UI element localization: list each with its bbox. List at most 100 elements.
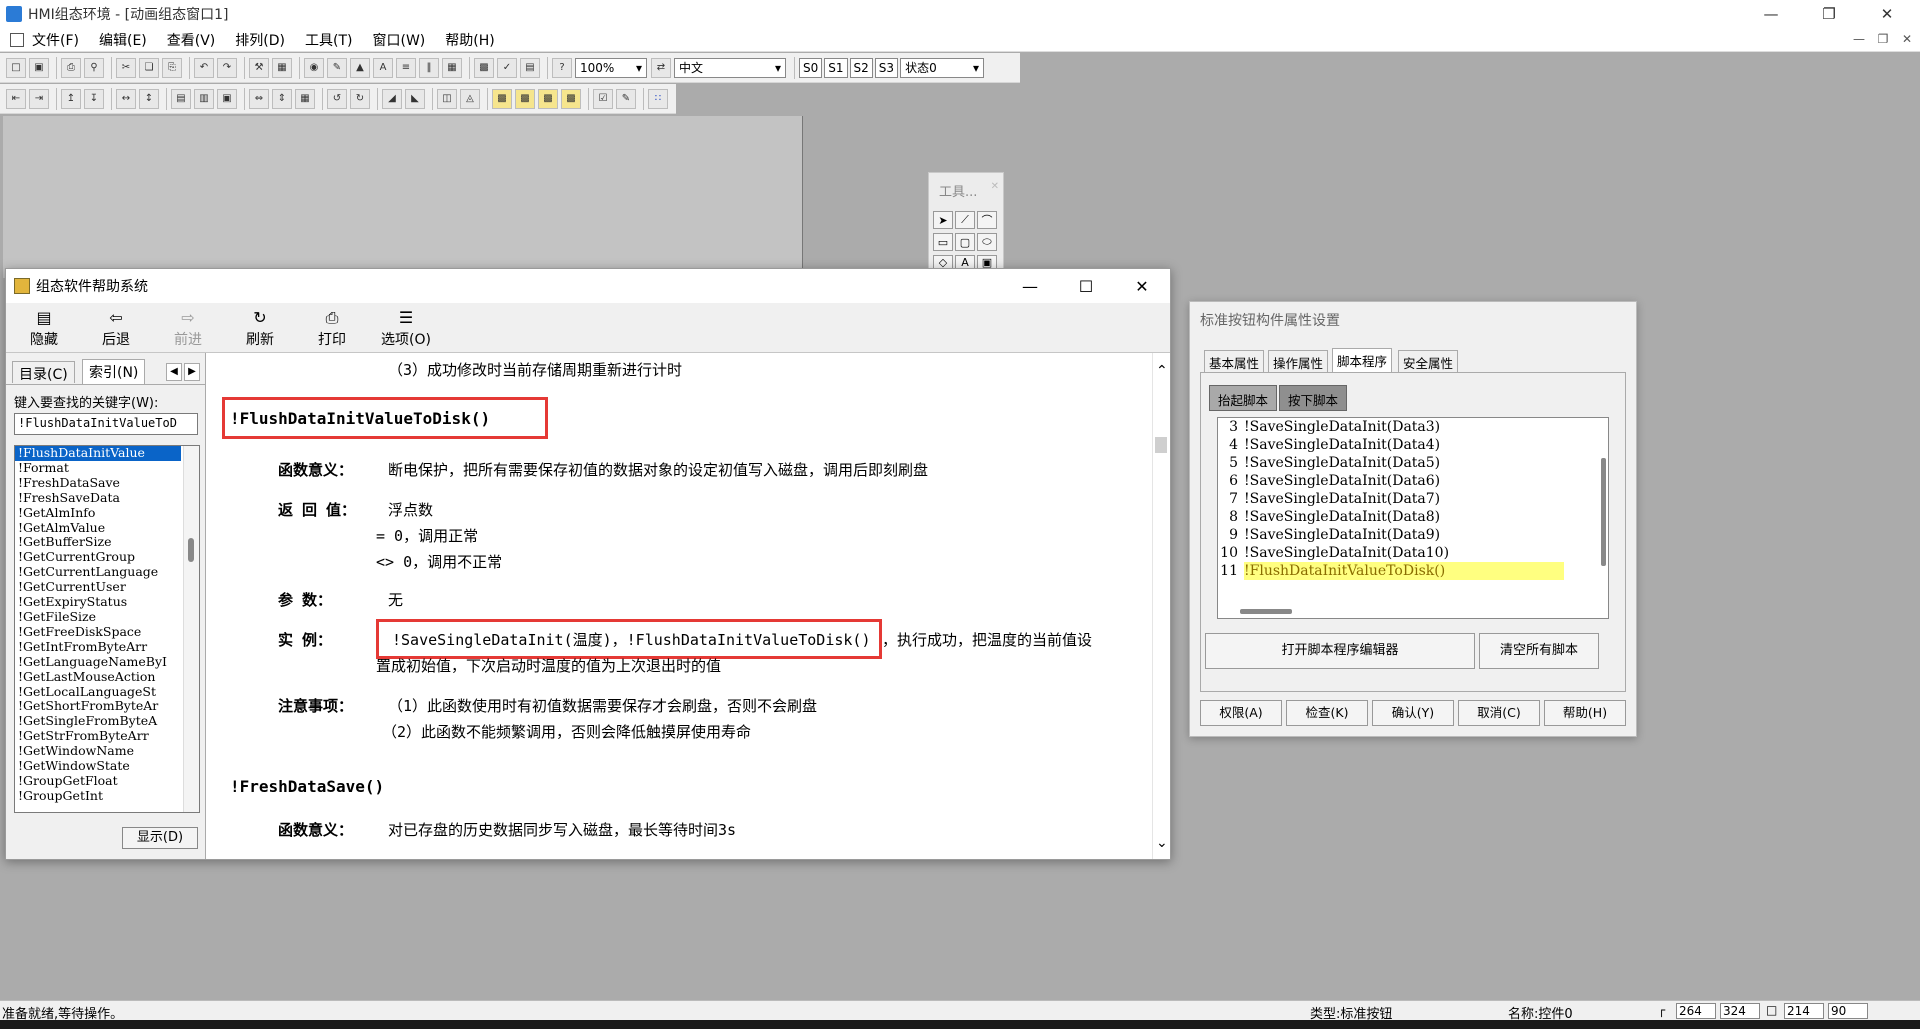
menu-tools[interactable]: 工具(T) bbox=[305, 30, 352, 50]
flip-v-icon[interactable]: ◣ bbox=[405, 88, 425, 109]
keyword-list-scrollbar[interactable] bbox=[183, 446, 199, 812]
list-item[interactable]: !GetLastMouseAction bbox=[15, 670, 181, 685]
forward-icon[interactable]: ▩ bbox=[538, 88, 558, 109]
print-preview-icon[interactable]: ⚲ bbox=[84, 57, 104, 78]
edit-icon[interactable]: ✎ bbox=[616, 88, 636, 109]
align-right-icon[interactable]: ⇥ bbox=[29, 88, 49, 109]
list-item[interactable]: !GroupGetInt bbox=[15, 789, 181, 804]
mdi-minimize-icon[interactable]: — bbox=[1846, 32, 1872, 46]
list-item[interactable]: !GetStrFromByteArr bbox=[15, 729, 181, 744]
list-item[interactable]: !GetCurrentUser bbox=[15, 580, 181, 595]
chevron-up-icon[interactable]: ⌃ bbox=[1156, 363, 1168, 379]
options-button[interactable]: ☰ 选项(O) bbox=[374, 307, 438, 349]
list-item[interactable]: !GetShortFromByteAr bbox=[15, 699, 181, 714]
list-item[interactable]: !GetAlmInfo bbox=[15, 506, 181, 521]
scroll-thumb[interactable] bbox=[1155, 437, 1167, 453]
mdi-restore-icon[interactable]: ❐ bbox=[1870, 32, 1896, 46]
line-icon[interactable]: ⟋ bbox=[955, 211, 975, 229]
rounded-rect-icon[interactable]: ▢ bbox=[955, 233, 975, 251]
ungroup-icon[interactable]: ◬ bbox=[460, 88, 480, 109]
center-h-icon[interactable]: ↔ bbox=[116, 88, 136, 109]
menu-edit[interactable]: 编辑(E) bbox=[99, 30, 147, 50]
list-item[interactable]: !GetFreeDiskSpace bbox=[15, 625, 181, 640]
list-item[interactable]: !FreshDataSave bbox=[15, 476, 181, 491]
help-button[interactable]: 帮助(H) bbox=[1544, 700, 1626, 726]
state-s1-button[interactable]: S1 bbox=[824, 57, 848, 78]
language-select[interactable]: 中文 ▾ bbox=[674, 57, 786, 78]
line-style-icon[interactable]: ≡ bbox=[396, 57, 416, 78]
mdi-window-icon[interactable] bbox=[10, 32, 24, 47]
keyword-list[interactable]: !FlushDataInitValue !Format !FreshDataSa… bbox=[14, 445, 200, 813]
confirm-button[interactable]: 确认(Y) bbox=[1372, 700, 1454, 726]
lock-icon[interactable]: ☑ bbox=[593, 88, 613, 109]
help-maximize-button[interactable]: ☐ bbox=[1058, 269, 1114, 303]
palette-icon[interactable]: ◉ bbox=[304, 57, 324, 78]
space-h-icon[interactable]: ⇔ bbox=[249, 88, 269, 109]
menu-arrange[interactable]: 排列(D) bbox=[235, 30, 285, 50]
keyword-search-input[interactable]: !FlushDataInitValueToD bbox=[14, 413, 198, 435]
arc-icon[interactable]: ⌒ bbox=[977, 211, 997, 229]
release-script-button[interactable]: 抬起脚本 bbox=[1209, 385, 1278, 411]
display-button[interactable]: 显示(D) bbox=[122, 827, 198, 849]
flip-h-icon[interactable]: ◢ bbox=[382, 88, 402, 109]
refresh-button[interactable]: ↻ 刷新 bbox=[230, 307, 290, 349]
rotate-right-icon[interactable]: ↻ bbox=[350, 88, 370, 109]
restore-button[interactable]: ❐ bbox=[1800, 0, 1858, 28]
menu-help[interactable]: 帮助(H) bbox=[445, 30, 494, 50]
backward-icon[interactable]: ▩ bbox=[561, 88, 581, 109]
list-item[interactable]: !GetFileSize bbox=[15, 610, 181, 625]
hide-button[interactable]: ▤ 隐藏 bbox=[14, 307, 74, 349]
polygon-icon[interactable]: ◇ bbox=[933, 255, 953, 269]
help-minimize-button[interactable]: — bbox=[1002, 269, 1058, 303]
list-item[interactable]: !GetCurrentLanguage bbox=[15, 565, 181, 580]
image-icon[interactable]: ▣ bbox=[977, 255, 997, 269]
tab-security[interactable]: 安全属性 bbox=[1398, 350, 1459, 372]
list-item[interactable]: !FlushDataInitValue bbox=[15, 446, 182, 462]
grid-align-icon[interactable]: ▦ bbox=[295, 88, 315, 109]
print-button[interactable]: ⎙ 打印 bbox=[302, 307, 362, 349]
pointer-icon[interactable]: ➤ bbox=[933, 211, 953, 229]
minimize-button[interactable]: — bbox=[1742, 0, 1800, 28]
align-left-icon[interactable]: ⇤ bbox=[6, 88, 26, 109]
font-icon[interactable]: A bbox=[373, 57, 393, 78]
press-script-button[interactable]: 按下脚本 bbox=[1279, 385, 1348, 411]
script-editor[interactable]: 3 !SaveSingleDataInit(Data3) 4 !SaveSingle… bbox=[1217, 417, 1609, 619]
list-item[interactable]: !GetExpiryStatus bbox=[15, 595, 181, 610]
send-back-icon[interactable]: ▩ bbox=[515, 88, 535, 109]
menu-window[interactable]: 窗口(W) bbox=[372, 30, 425, 50]
new-icon[interactable]: □ bbox=[6, 57, 26, 78]
same-height-icon[interactable]: ▥ bbox=[194, 88, 214, 109]
tab-script[interactable]: 脚本程序 bbox=[1332, 348, 1393, 373]
state-select[interactable]: 状态0 ▾ bbox=[900, 57, 985, 78]
bring-front-icon[interactable]: ▩ bbox=[492, 88, 512, 109]
grid-dots-icon[interactable]: ∷ bbox=[648, 88, 668, 109]
list-item[interactable]: !GetLanguageNameByI bbox=[15, 655, 181, 670]
language-icon[interactable]: ⇄ bbox=[651, 57, 671, 78]
print-icon[interactable]: ⎙ bbox=[61, 57, 81, 78]
same-size-icon[interactable]: ▣ bbox=[217, 88, 237, 109]
tab-basic[interactable]: 基本属性 bbox=[1204, 350, 1265, 372]
list-item[interactable]: !Format bbox=[15, 461, 181, 476]
center-v-icon[interactable]: ↕ bbox=[139, 88, 159, 109]
tools-icon[interactable]: ⚒ bbox=[249, 57, 269, 78]
grid-icon[interactable]: ▦ bbox=[442, 57, 462, 78]
compile-icon[interactable]: ▤ bbox=[520, 57, 540, 78]
brush-icon[interactable]: ✎ bbox=[327, 57, 347, 78]
align-top-icon[interactable]: ↥ bbox=[61, 88, 81, 109]
tab-scroll-left-icon[interactable]: ◀ bbox=[166, 363, 182, 381]
list-item[interactable]: !GetCurrentGroup bbox=[15, 550, 181, 565]
text-icon[interactable]: A bbox=[955, 255, 975, 269]
state-s0-button[interactable]: S0 bbox=[799, 57, 823, 78]
permission-button[interactable]: 权限(A) bbox=[1200, 700, 1282, 726]
list-item[interactable]: !GetWindowState bbox=[15, 759, 181, 774]
editor-hscroll-thumb[interactable] bbox=[1240, 609, 1292, 614]
space-v-icon[interactable]: ⇕ bbox=[272, 88, 292, 109]
rectangle-icon[interactable]: ▭ bbox=[933, 233, 953, 251]
close-icon[interactable]: ✕ bbox=[991, 181, 999, 192]
save-icon[interactable]: ▣ bbox=[29, 57, 49, 78]
back-button[interactable]: ⇦ 后退 bbox=[86, 307, 146, 349]
undo-icon[interactable]: ↶ bbox=[194, 57, 214, 78]
content-scrollbar[interactable]: ⌃ ⌄ bbox=[1152, 353, 1170, 859]
paste-icon[interactable]: ⎘ bbox=[162, 57, 182, 78]
ellipse-icon[interactable]: ⬭ bbox=[977, 233, 997, 251]
